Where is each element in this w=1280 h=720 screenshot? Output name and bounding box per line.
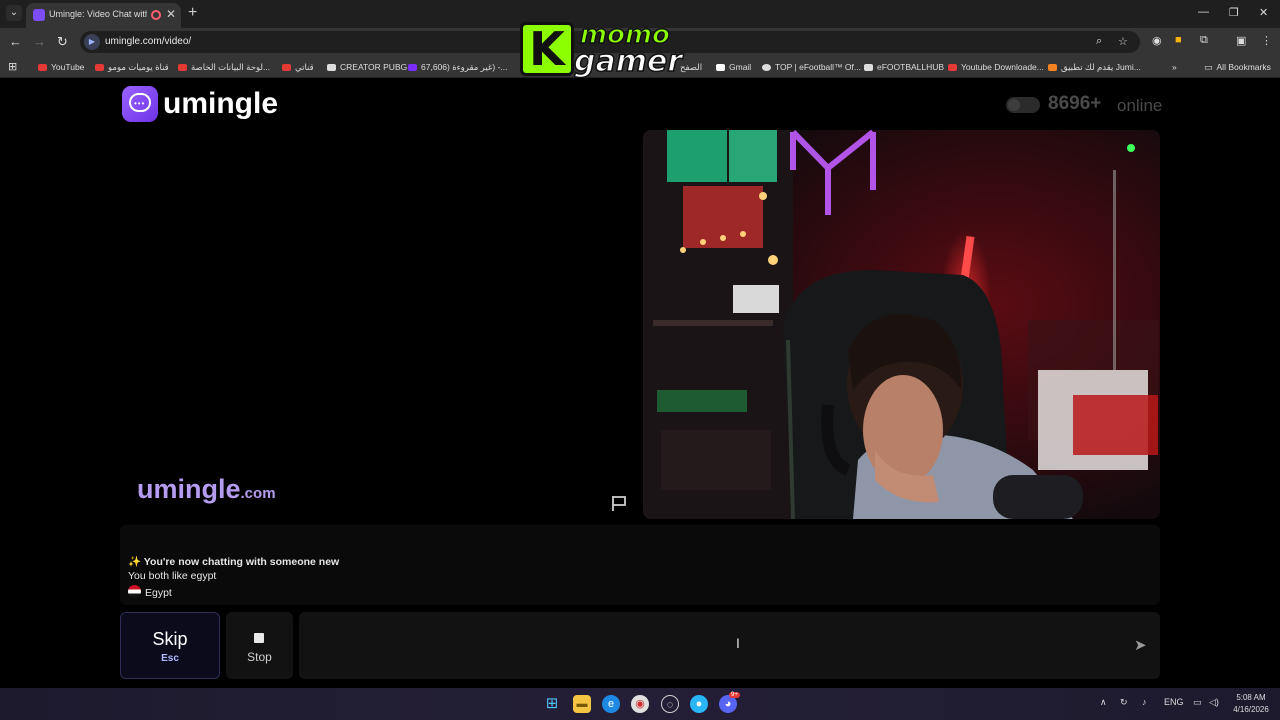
stop-button[interactable]: Stop bbox=[226, 612, 293, 679]
windows-taskbar: ⊞ ▬ e ◉ ◌ ● ◕ 9+ ∧ ↻ ♪ ENG ▭ ◁) 5:08 AM … bbox=[0, 688, 1280, 720]
umingle-logo-icon[interactable]: ••• bbox=[122, 86, 158, 122]
clock[interactable]: 5:08 AM 4/16/2026 bbox=[1226, 692, 1276, 716]
file-explorer-icon[interactable]: ▬ bbox=[573, 695, 591, 713]
theme-toggle[interactable] bbox=[1006, 97, 1040, 113]
restore-button[interactable]: ❐ bbox=[1229, 6, 1239, 19]
stop-label: Stop bbox=[247, 650, 272, 664]
video-watermark: umingle.com bbox=[137, 474, 276, 505]
gmail-icon bbox=[716, 63, 725, 71]
egypt-flag-icon bbox=[128, 585, 141, 598]
creator-icon bbox=[327, 63, 336, 71]
youtube-icon bbox=[178, 63, 187, 71]
recording-indicator-icon bbox=[151, 10, 161, 20]
bookmark-item[interactable]: لوحة البيانات الخاصة... bbox=[178, 60, 270, 74]
umingle-page: ••• umingle 8696+ online umingle.com ✨ Y… bbox=[0, 79, 1280, 688]
online-count: 8696+ bbox=[1048, 93, 1102, 114]
send-icon[interactable]: ➤ bbox=[1134, 636, 1147, 654]
bookmark-item[interactable]: Gmail bbox=[716, 60, 751, 74]
close-tab-icon[interactable]: ✕ bbox=[166, 7, 176, 21]
minimize-button[interactable]: — bbox=[1198, 6, 1209, 18]
bookmark-item[interactable]: قناتي bbox=[282, 60, 314, 74]
report-flag-icon[interactable] bbox=[610, 494, 628, 512]
active-tab[interactable]: Umingle: Video Chat with S ✕ bbox=[26, 3, 181, 28]
overlay-line2: gamer bbox=[573, 43, 683, 80]
forward-button[interactable]: → bbox=[33, 34, 46, 49]
bookmark-item[interactable]: قناة يوميات مومو bbox=[95, 60, 169, 74]
discord-badge: 9+ bbox=[729, 692, 740, 698]
system-message-common-interest: You both like egypt bbox=[128, 570, 217, 582]
tab-search-button[interactable]: ⌄ bbox=[6, 5, 22, 21]
close-window-button[interactable]: ✕ bbox=[1259, 6, 1268, 19]
stranger-video: umingle.com bbox=[120, 130, 636, 519]
efootballhub-icon bbox=[864, 63, 873, 71]
windows-start-icon[interactable]: ⊞ bbox=[543, 695, 561, 713]
text-cursor-icon: I bbox=[736, 635, 740, 651]
folder-icon: ▭ bbox=[1204, 61, 1213, 72]
skip-button[interactable]: Skip Esc bbox=[120, 612, 220, 679]
all-bookmarks[interactable]: ▭ All Bookmarks bbox=[1204, 60, 1271, 74]
youtube-icon bbox=[95, 63, 104, 71]
reload-button[interactable]: ↻ bbox=[57, 34, 68, 50]
site-info-icon[interactable]: ▶ bbox=[84, 34, 100, 50]
language-indicator[interactable]: ENG bbox=[1164, 697, 1184, 707]
more-bookmarks-icon[interactable]: » bbox=[1172, 60, 1177, 74]
chat-log: ✨ You're now chatting with someone new Y… bbox=[120, 525, 1160, 605]
watermark-suffix: .com bbox=[240, 485, 276, 502]
youtube-icon bbox=[38, 63, 47, 71]
menu-icon[interactable]: ⋮ bbox=[1261, 34, 1272, 47]
overlay-badge: K bbox=[520, 22, 574, 76]
chrome-icon[interactable]: ◉ bbox=[631, 695, 649, 713]
volume-icon[interactable]: ◁) bbox=[1209, 697, 1219, 708]
profile-icon[interactable]: ▣ bbox=[1236, 34, 1246, 47]
new-tab-button[interactable]: + bbox=[188, 4, 197, 22]
jumia-icon bbox=[1048, 63, 1057, 71]
extensions-icon[interactable]: ⧉ bbox=[1200, 34, 1208, 47]
clock-date: 4/16/2026 bbox=[1233, 705, 1269, 714]
self-video bbox=[643, 130, 1160, 519]
color-extension-icon[interactable]: ■ bbox=[1175, 34, 1182, 46]
country-name: Egypt bbox=[145, 587, 172, 599]
brand-name[interactable]: umingle bbox=[163, 87, 278, 121]
online-label: online bbox=[1117, 96, 1163, 115]
skip-label: Skip bbox=[152, 629, 188, 649]
apps-grid-icon[interactable]: ⊞ bbox=[8, 60, 17, 73]
chat-dots-shape: ••• bbox=[134, 99, 146, 108]
umingle-favicon bbox=[33, 9, 45, 21]
yahoo-icon bbox=[408, 63, 417, 71]
network-icon[interactable]: ▭ bbox=[1193, 697, 1202, 708]
bookmark-item[interactable]: 67,606) غير مقروءة) -... bbox=[408, 60, 507, 74]
system-message-new-chat: ✨ You're now chatting with someone new bbox=[128, 556, 340, 568]
clock-time: 5:08 AM bbox=[1236, 693, 1266, 702]
youtube-downloader-icon bbox=[948, 63, 957, 71]
watermark-main: umingle bbox=[137, 474, 241, 504]
edge-icon[interactable]: e bbox=[602, 695, 620, 713]
app-icon[interactable]: ● bbox=[690, 695, 708, 713]
momo-gamer-overlay-logo: K momo gamer bbox=[520, 19, 696, 80]
zoom-icon[interactable]: ⌕ bbox=[1096, 35, 1102, 48]
bookmark-item[interactable]: CREATOR PUBG bbox=[327, 60, 407, 74]
tray-overflow-icon[interactable]: ∧ bbox=[1100, 697, 1107, 708]
microphone-icon[interactable]: ♪ bbox=[1142, 697, 1147, 707]
toggle-knob bbox=[1008, 99, 1020, 111]
tab-title: Umingle: Video Chat with S bbox=[49, 9, 147, 19]
bookmark-item[interactable]: TOP | eFootball™ Of... bbox=[762, 60, 861, 74]
bookmark-item[interactable]: Youtube Downloade... bbox=[948, 60, 1044, 74]
webcam-feed-picture bbox=[643, 130, 1160, 519]
url-text: umingle.com/video/ bbox=[105, 36, 192, 47]
stranger-country: Egypt bbox=[128, 585, 172, 599]
bookmark-star-icon[interactable]: ☆ bbox=[1118, 35, 1128, 48]
efootball-icon bbox=[762, 63, 771, 71]
bookmark-item[interactable]: eFOOTBALLHUB bbox=[864, 60, 944, 74]
message-input[interactable] bbox=[299, 612, 1160, 679]
bookmark-item[interactable]: يقدم لك تطبيق Jumi... bbox=[1048, 60, 1141, 74]
skip-shortcut-hint: Esc bbox=[161, 653, 179, 664]
stop-icon bbox=[254, 633, 264, 643]
sync-icon[interactable]: ↻ bbox=[1120, 697, 1128, 708]
youtube-icon bbox=[282, 63, 291, 71]
back-button[interactable]: ← bbox=[9, 34, 22, 49]
camera-extension-icon[interactable]: ◉ bbox=[1152, 34, 1162, 47]
bookmark-item[interactable]: YouTube bbox=[38, 60, 84, 74]
obs-icon[interactable]: ◌ bbox=[661, 695, 679, 713]
